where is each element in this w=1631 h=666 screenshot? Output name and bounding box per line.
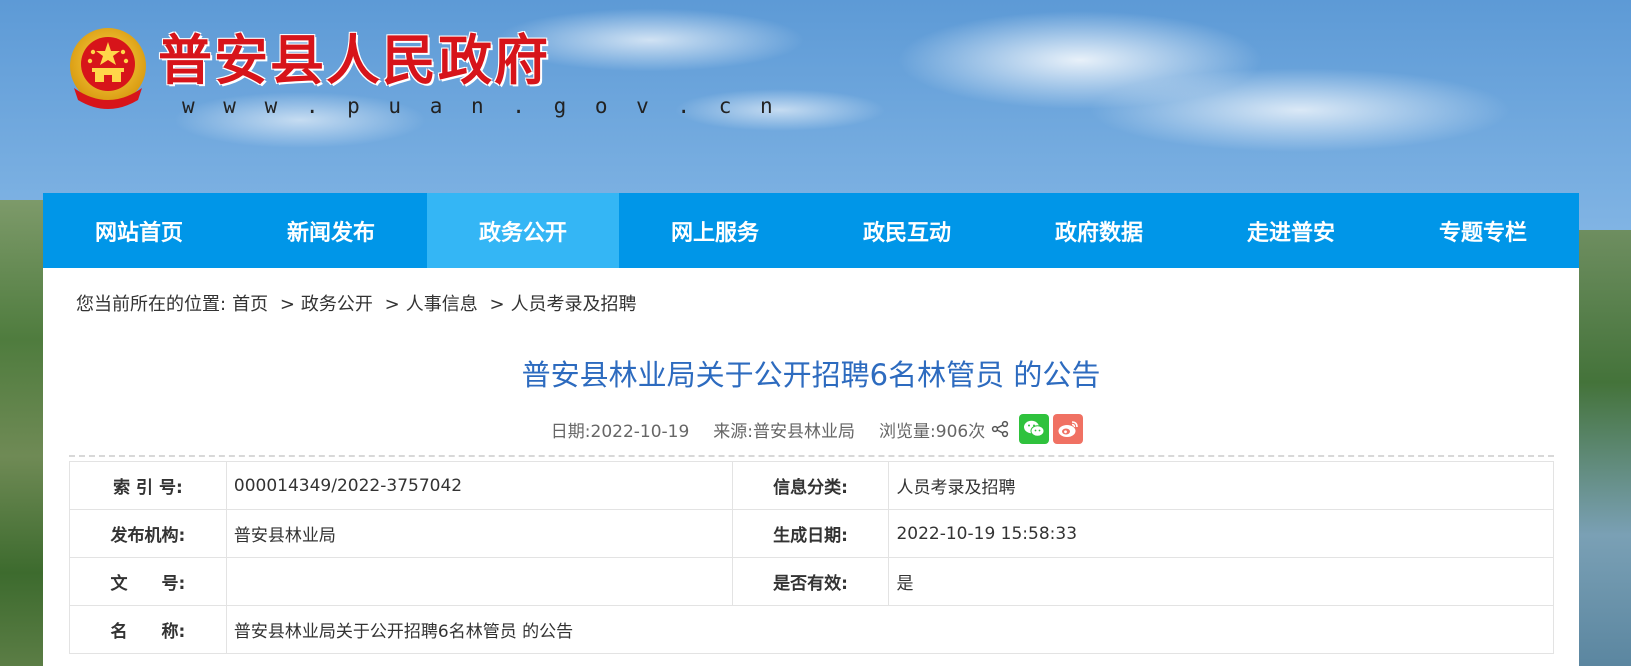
nav-item-news[interactable]: 新闻发布 [235, 193, 427, 268]
breadcrumb-separator: > [279, 294, 295, 315]
nav-item-about-puan[interactable]: 走进普安 [1195, 193, 1387, 268]
landscape-right [1571, 230, 1631, 666]
site-url: w w w . p u a n . g o v . c n [182, 94, 781, 118]
valid-label: 是否有效: [731, 557, 890, 606]
org-value: 普安县林业局 [225, 509, 733, 558]
breadcrumb: 您当前所在的位置: 首页 > 政务公开 > 人事信息 > 人员考录及招聘 [76, 290, 643, 316]
source-label: 来源: [713, 421, 754, 442]
created-value: 2022-10-19 15:58:33 [888, 509, 1554, 558]
breadcrumb-separator: > [489, 294, 505, 315]
breadcrumb-separator: > [384, 294, 400, 315]
nav-item-gov-data[interactable]: 政府数据 [1003, 193, 1195, 268]
table-row: 发布机构: 普安县林业局 生成日期: 2022-10-19 15:58:33 [69, 509, 1554, 558]
divider [69, 455, 1554, 457]
docno-value [225, 557, 733, 606]
name-label: 名 称: [69, 605, 227, 654]
wechat-icon[interactable] [1019, 414, 1050, 444]
category-value: 人员考录及招聘 [888, 461, 1554, 510]
nav-item-interaction[interactable]: 政民互动 [811, 193, 1003, 268]
article-views: 浏览量:906次 [879, 417, 985, 442]
nav-item-home[interactable]: 网站首页 [43, 193, 235, 268]
table-row: 名 称: 普安县林业局关于公开招聘6名林管员 的公告 [69, 605, 1555, 654]
nav-item-gov-affairs[interactable]: 政务公开 [427, 193, 619, 268]
valid-value: 是 [888, 557, 1554, 606]
source-value: 普安县林业局 [753, 421, 856, 442]
breadcrumb-prefix: 您当前所在的位置: [76, 294, 227, 315]
category-label: 信息分类: [731, 461, 890, 510]
content-panel: 您当前所在的位置: 首页 > 政务公开 > 人事信息 > 人员考录及招聘 普安县林业局关… [43, 268, 1579, 666]
article-title: 普安县林业局关于公开招聘6名林管员 的公告 [521, 358, 1101, 392]
table-row: 索 引 号: 000014349/2022-3757042 信息分类: 人员考录… [69, 461, 1554, 510]
date-label: 日期: [550, 421, 591, 442]
article-source: 来源:普安县林业局 [713, 417, 855, 442]
share-icon[interactable] [991, 420, 1009, 438]
article-meta: 日期:2022-10-19 来源:普安县林业局 浏览量:906次 [43, 414, 1579, 444]
index-label: 索 引 号: [69, 461, 227, 510]
site-logo[interactable]: 普安县人民政府 w w w . p u a n . g o v . c n [66, 26, 781, 118]
breadcrumb-personnel-info[interactable]: 人事信息 [406, 294, 478, 315]
breadcrumb-recruitment[interactable]: 人员考录及招聘 [511, 294, 637, 315]
views-value: 906次 [935, 421, 986, 442]
article-date: 日期:2022-10-19 [551, 417, 690, 442]
created-label: 生成日期: [731, 509, 890, 558]
breadcrumb-home[interactable]: 首页 [232, 294, 268, 315]
index-value: 000014349/2022-3757042 [225, 461, 733, 510]
info-table: 索 引 号: 000014349/2022-3757042 信息分类: 人员考录… [69, 461, 1555, 654]
table-row: 文 号: 是否有效: 是 [69, 557, 1554, 606]
name-value: 普安县林业局关于公开招聘6名林管员 的公告 [225, 605, 1555, 654]
weibo-icon[interactable] [1053, 414, 1084, 444]
main-nav: 网站首页 新闻发布 政务公开 网上服务 政民互动 政府数据 走进普安 专题专栏 [43, 193, 1579, 268]
views-label: 浏览量: [879, 421, 936, 442]
nav-item-special-topics[interactable]: 专题专栏 [1387, 193, 1579, 268]
site-title: 普安县人民政府 [158, 28, 550, 92]
breadcrumb-gov-affairs[interactable]: 政务公开 [301, 294, 373, 315]
docno-label: 文 号: [69, 557, 227, 606]
nav-item-online-service[interactable]: 网上服务 [619, 193, 811, 268]
date-value: 2022-10-19 [590, 421, 690, 442]
org-label: 发布机构: [69, 509, 227, 558]
national-emblem-icon [66, 26, 150, 112]
